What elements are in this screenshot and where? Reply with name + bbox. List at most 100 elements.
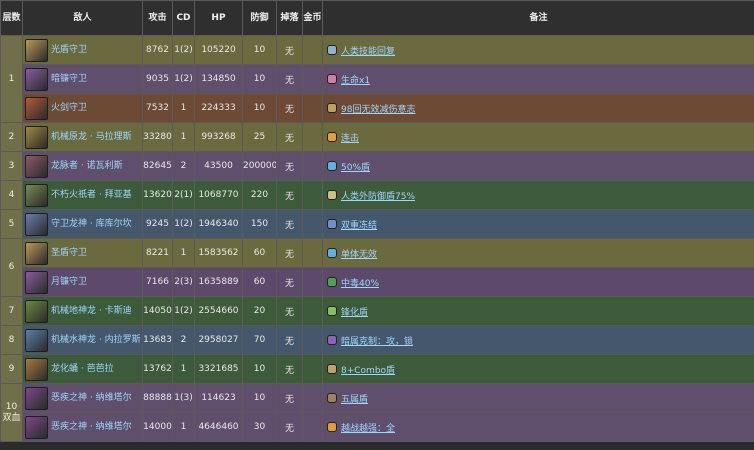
note-link[interactable]: 8+Combo盾 <box>341 363 395 376</box>
hp-cell: 3321685 <box>194 354 243 384</box>
enemy-name-link[interactable]: 龙脉者 · 诺瓦利斯 <box>51 161 123 172</box>
coin-cell <box>302 122 323 152</box>
hp-cell: 1583562 <box>194 238 243 268</box>
enemy-avatar[interactable] <box>25 357 48 381</box>
enemy-cell: 恶疾之神 · 纳维塔尔 <box>22 412 143 442</box>
star-icon <box>327 306 337 316</box>
skill-icon <box>327 45 337 55</box>
enemy-avatar[interactable] <box>25 241 48 265</box>
hp-cell: 134850 <box>194 64 243 94</box>
enemy-name-link[interactable]: 圣盾守卫 <box>51 248 87 259</box>
table-row: 9 龙化蛹 · 芭芭拉 13762 1 3321685 10 无 8+Combo… <box>0 354 754 384</box>
heart-icon <box>327 74 337 84</box>
enemy-name-link[interactable]: 不朽火祇者 · 拜亚基 <box>51 190 132 201</box>
enemy-name-link[interactable]: 机械地神龙 · 卡斯迪 <box>51 306 132 317</box>
shield-icon <box>327 161 337 171</box>
note-link[interactable]: 双重冻结 <box>341 218 377 231</box>
enemy-avatar[interactable] <box>25 183 48 207</box>
enemy-cell: 恶疾之神 · 纳维塔尔 <box>22 383 143 413</box>
enemy-name-link[interactable]: 火剑守卫 <box>51 103 87 114</box>
enemy-name-link[interactable]: 恶疾之神 · 纳维塔尔 <box>51 422 132 433</box>
attack-cell: 7166 <box>142 267 173 297</box>
enemy-cell: 龙化蛹 · 芭芭拉 <box>22 354 143 384</box>
drop-cell: 无 <box>276 296 303 326</box>
hp-cell: 1946340 <box>194 209 243 239</box>
hp-cell: 2554660 <box>194 296 243 326</box>
drop-cell: 无 <box>276 209 303 239</box>
hp-cell: 4646460 <box>194 412 243 442</box>
note-link[interactable]: 单体无效 <box>341 247 377 260</box>
enemy-avatar[interactable] <box>25 154 48 178</box>
attack-cell: 14050 <box>142 296 173 326</box>
defense-cell: 10 <box>242 35 277 65</box>
defense-cell: 25 <box>242 122 277 152</box>
drop-cell: 无 <box>276 238 303 268</box>
note-link[interactable]: 人类技能回复 <box>341 44 395 57</box>
attack-cell: 88888 <box>142 383 173 413</box>
drop-cell: 无 <box>276 122 303 152</box>
attack-cell: 8221 <box>142 238 173 268</box>
defense-cell: 60 <box>242 267 277 297</box>
header-note: 备注 <box>322 0 754 36</box>
enemy-avatar[interactable] <box>25 212 48 236</box>
header-attack: 攻击 <box>142 0 173 36</box>
enemy-name-link[interactable]: 机械原龙 · 马拉理斯 <box>51 132 132 143</box>
enemy-name-link[interactable]: 机械水神龙 · 内拉罗斯 <box>51 335 141 346</box>
table-row: 4 不朽火祇者 · 拜亚基 13620 2(1) 1068770 220 无 人… <box>0 180 754 210</box>
enemy-name-link[interactable]: 暗镰守卫 <box>51 74 87 85</box>
enemy-table: 层数 敌人 攻击 CD HP 防御 掉落 金币 备注 1 光盾守卫 8762 1… <box>0 0 754 442</box>
header-enemy: 敌人 <box>22 0 143 36</box>
cd-cell: 1 <box>172 412 195 442</box>
enemy-cell: 暗镰守卫 <box>22 64 143 94</box>
enemy-name-link[interactable]: 守卫龙神 · 库库尔坎 <box>51 219 132 230</box>
table-row: 7 机械地神龙 · 卡斯迪 14050 1(2) 2554660 20 无 锋化… <box>0 296 754 326</box>
table-row: 1 光盾守卫 8762 1(2) 105220 10 无 人类技能回复 <box>0 35 754 123</box>
floor-cell: 2 <box>0 122 23 152</box>
note-link[interactable]: 越战越强：全 <box>341 421 395 434</box>
defense-cell: 30 <box>242 412 277 442</box>
enemy-avatar[interactable] <box>25 415 48 439</box>
enemy-avatar[interactable] <box>25 96 48 120</box>
note-link[interactable]: 98回无效减伤意志 <box>341 102 415 115</box>
enemy-avatar[interactable] <box>25 328 48 352</box>
coin-cell <box>302 209 323 239</box>
attack-cell: 13762 <box>142 354 173 384</box>
enemy-avatar[interactable] <box>25 386 48 410</box>
enemy-name-link[interactable]: 恶疾之神 · 纳维塔尔 <box>51 393 132 404</box>
enemy-cell: 机械水神龙 · 内拉罗斯 <box>22 325 143 355</box>
table-row: 3 龙脉者 · 诺瓦利斯 82645 2 43500 200000 无 50%盾 <box>0 151 754 181</box>
freeze-icon <box>327 219 337 229</box>
enemy-avatar[interactable] <box>25 299 48 323</box>
enemy-avatar[interactable] <box>25 125 48 149</box>
note-link[interactable]: 生命ⅹ1 <box>341 73 370 86</box>
enemy-name-link[interactable]: 光盾守卫 <box>51 45 87 56</box>
enemy-cell: 守卫龙神 · 库库尔坎 <box>22 209 143 239</box>
note-cell: 50%盾 <box>322 151 754 181</box>
hp-cell: 114623 <box>194 383 243 413</box>
coin-cell <box>302 325 323 355</box>
enemy-avatar[interactable] <box>25 67 48 91</box>
note-cell: 连击 <box>322 122 754 152</box>
note-link[interactable]: 连击 <box>341 131 359 144</box>
note-link[interactable]: 中毒40% <box>341 276 379 289</box>
note-link[interactable]: 五属盾 <box>341 392 368 405</box>
note-link[interactable]: 50%盾 <box>341 160 370 173</box>
note-cell: 暗属克制：攻，锁 <box>322 325 754 355</box>
table-row: 月镰守卫 7166 2(3) 1635889 60 无 中毒40% <box>1 267 754 297</box>
enemy-cell: 圣盾守卫 <box>22 238 143 268</box>
header-floor: 层数 <box>0 0 23 36</box>
header-coin: 金币 <box>302 0 323 36</box>
shield-icon <box>327 190 337 200</box>
floor-cell: 7 <box>0 296 23 326</box>
enemy-name-link[interactable]: 龙化蛹 · 芭芭拉 <box>51 364 114 375</box>
enemy-cell: 龙脉者 · 诺瓦利斯 <box>22 151 143 181</box>
enemy-avatar[interactable] <box>25 270 48 294</box>
coin-cell <box>302 180 323 210</box>
note-cell: 双重冻结 <box>322 209 754 239</box>
note-link[interactable]: 人类外防御盾75% <box>341 189 415 202</box>
note-link[interactable]: 锋化盾 <box>341 305 368 318</box>
enemy-avatar[interactable] <box>25 38 48 62</box>
defense-cell: 10 <box>242 93 277 123</box>
enemy-name-link[interactable]: 月镰守卫 <box>51 277 87 288</box>
note-link[interactable]: 暗属克制：攻，锁 <box>341 334 413 347</box>
